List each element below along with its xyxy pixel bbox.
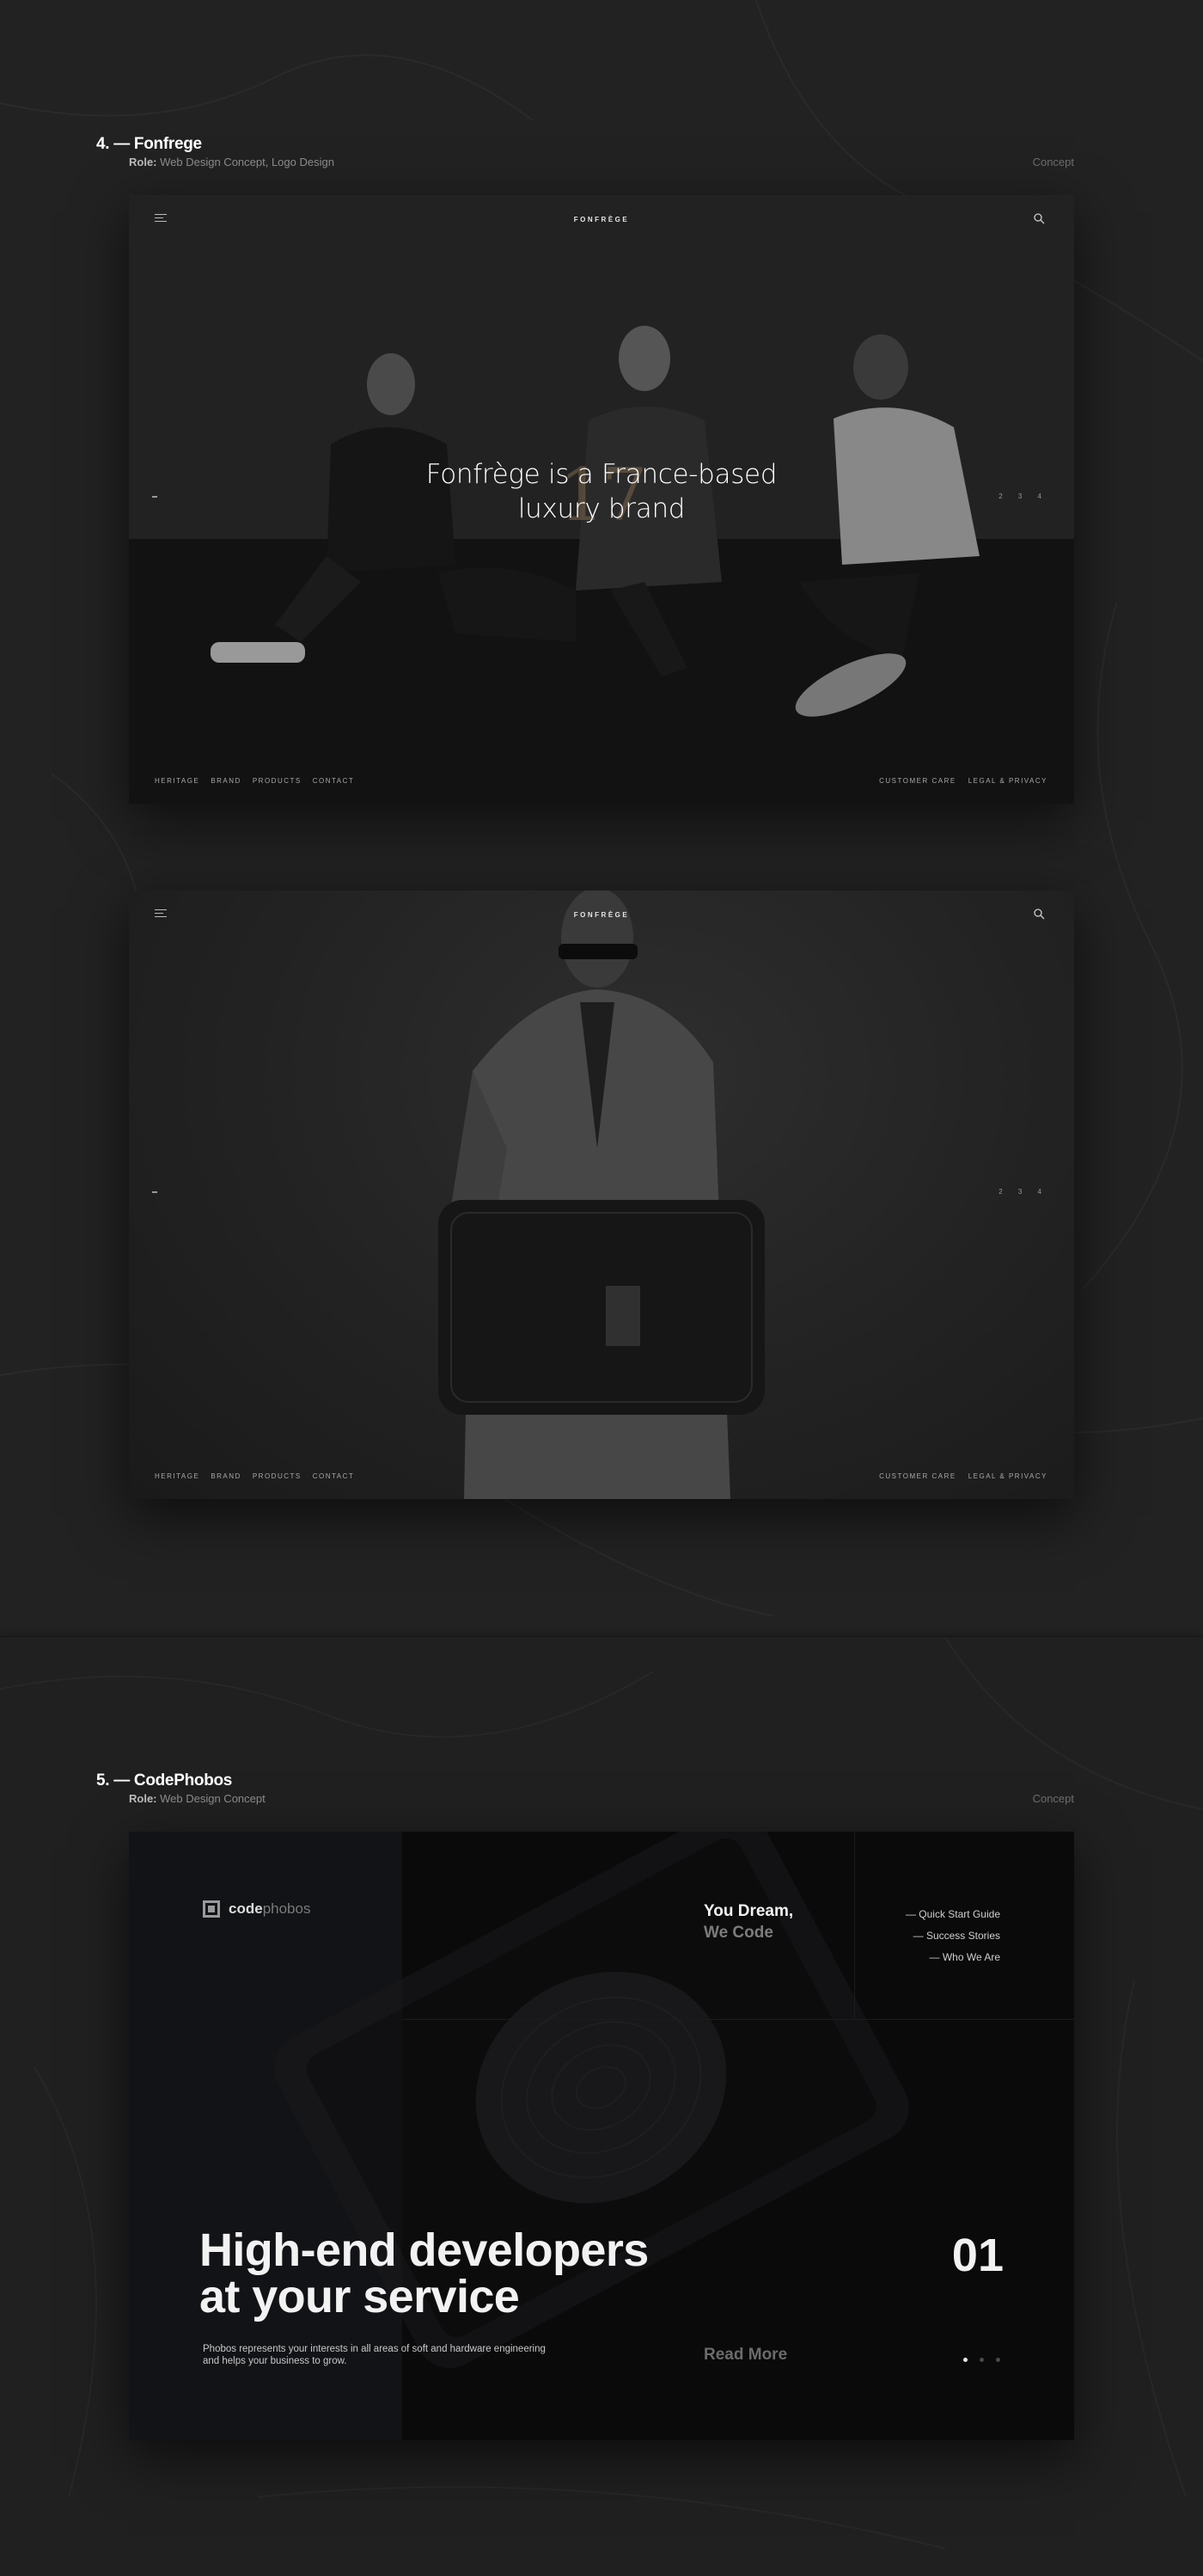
nav-heritage[interactable]: HERITAGE [155, 1472, 199, 1480]
brand-logo[interactable]: FONFRÈGE [129, 911, 1074, 919]
slide-dot-3[interactable] [996, 2358, 1000, 2362]
nav-contact[interactable]: CONTACT [313, 1472, 355, 1480]
search-icon[interactable] [1033, 908, 1045, 920]
hero-description-line1: Phobos represents your interests in all … [203, 2344, 546, 2354]
slide-indicator-right[interactable]: 2 3 4 [998, 493, 1048, 500]
logo-bold: code [229, 1900, 263, 1917]
hero-title-line2: luxury brand [517, 493, 686, 524]
role-label: Role: [129, 156, 157, 168]
link-quick-start-guide[interactable]: — Quick Start Guide [906, 1904, 1000, 1925]
project-role: Role: Web Design Concept, Logo Design [129, 156, 334, 168]
slide-dot-1[interactable] [963, 2358, 968, 2362]
slide-dot-2[interactable] [980, 2358, 984, 2362]
project-kind: Concept [1032, 1792, 1074, 1805]
codephobos-homepage-mockup: codephobos You Dream, We Code — Quick St… [129, 1832, 1074, 2440]
hero-headline-line1: High-end developers [199, 2224, 649, 2276]
hero-headline-line2: at your service [199, 2271, 520, 2322]
nav-contact[interactable]: CONTACT [313, 777, 355, 785]
hero-description: Phobos represents your interests in all … [203, 2343, 598, 2367]
project-kind: Concept [1032, 156, 1074, 168]
slide-indicator-right[interactable]: 2 3 4 [998, 1188, 1048, 1196]
search-icon[interactable] [1033, 212, 1045, 224]
hero-title: Fonfrège is a France-based luxury brand [129, 457, 1074, 526]
hero-title-line1: Fonfrège is a France-based [425, 459, 778, 490]
nav-brand[interactable]: BRAND [211, 777, 241, 785]
nav-products[interactable]: PRODUCTS [253, 1472, 302, 1480]
brand-logo[interactable]: FONFRÈGE [129, 216, 1074, 223]
slide-indicator-left[interactable] [152, 496, 157, 498]
link-who-we-are[interactable]: — Who We Are [906, 1947, 1000, 1968]
hero-headline: High-end developers at your service [199, 2227, 649, 2320]
slide-indicator-left[interactable] [152, 1191, 157, 1193]
nav-customer-care[interactable]: CUSTOMER CARE [879, 1472, 956, 1480]
footer-nav-right: CUSTOMER CARE LEGAL & PRIVACY [879, 1472, 1047, 1480]
project-title: 4. — Fonfrege [96, 135, 202, 153]
nav-products[interactable]: PRODUCTS [253, 777, 302, 785]
logo-wordmark: codephobos [229, 1900, 310, 1918]
slide-number: 01 [951, 2230, 1004, 2281]
grid-line-vertical [854, 1832, 855, 2019]
nav-legal-privacy[interactable]: LEGAL & PRIVACY [968, 777, 1047, 785]
tagline: You Dream, We Code [704, 1900, 793, 1943]
grid-line-horizontal [402, 2019, 1074, 2020]
footer-nav: HERITAGE BRAND PRODUCTS CONTACT [155, 1472, 354, 1480]
quick-links: — Quick Start Guide — Success Stories — … [906, 1904, 1000, 1968]
project-role: Role: Web Design Concept [129, 1792, 266, 1805]
footer-nav: HERITAGE BRAND PRODUCTS CONTACT [155, 777, 354, 785]
codephobos-logo[interactable]: codephobos [203, 1900, 310, 1918]
logo-light: phobos [262, 1900, 311, 1917]
nav-legal-privacy[interactable]: LEGAL & PRIVACY [968, 1472, 1047, 1480]
tagline-line1: You Dream, [704, 1902, 794, 1920]
role-value: Web Design Concept, Logo Design [160, 156, 334, 168]
link-success-stories[interactable]: — Success Stories [906, 1925, 1000, 1947]
role-label: Role: [129, 1792, 157, 1805]
fonfrege-homepage-mockup: FONFRÈGE 17 Fonfrège is a France-based l… [129, 195, 1074, 804]
nav-heritage[interactable]: HERITAGE [155, 777, 199, 785]
slide-dots [963, 2358, 1000, 2362]
fonfrege-product-mockup: FONFRÈGE 2 3 4 HERITAGE BRAND PRODUCTS C… [129, 890, 1074, 1499]
footer-nav-right: CUSTOMER CARE LEGAL & PRIVACY [879, 777, 1047, 785]
tagline-line2: We Code [704, 1924, 773, 1942]
hero-description-line2: and helps your business to grow. [203, 2356, 347, 2366]
hero-photo-man-with-bag [438, 890, 765, 1499]
nav-brand[interactable]: BRAND [211, 1472, 241, 1480]
role-value: Web Design Concept [160, 1792, 266, 1805]
logo-mark-icon [203, 1900, 220, 1918]
nav-customer-care[interactable]: CUSTOMER CARE [879, 777, 956, 785]
fonfrege-section: 4. — Fonfrege Role: Web Design Concept, … [0, 0, 1203, 1637]
project-title: 5. — CodePhobos [96, 1771, 233, 1790]
read-more-link[interactable]: Read More [704, 2346, 787, 2365]
